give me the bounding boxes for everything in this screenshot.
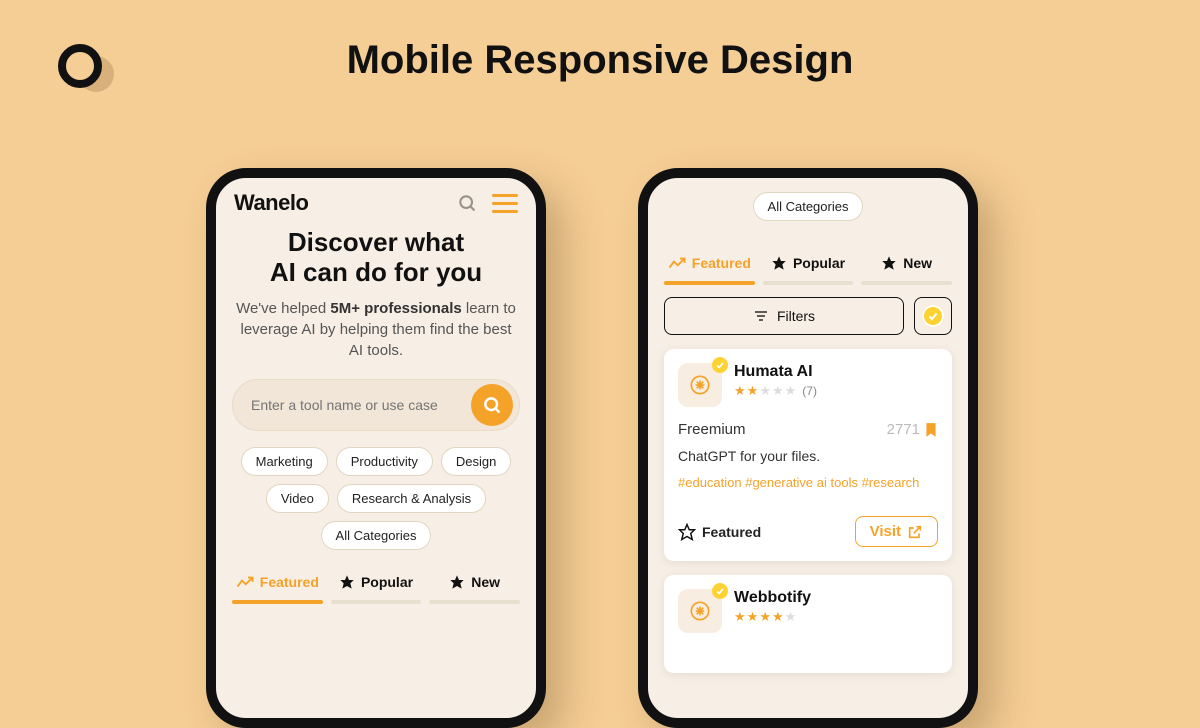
star-rating-icon: ★★★★★ xyxy=(734,383,796,399)
trend-up-icon xyxy=(668,256,686,270)
menu-icon[interactable] xyxy=(492,194,518,213)
star-icon xyxy=(881,255,897,271)
verified-badge-icon xyxy=(712,583,728,599)
verified-badge-icon xyxy=(922,305,944,327)
tool-description: ChatGPT for your files. xyxy=(678,448,938,464)
verified-filter-button[interactable] xyxy=(914,297,952,335)
hero-subtext: We've helped 5M+ professionals learn to … xyxy=(232,298,520,361)
page-title: Mobile Responsive Design xyxy=(0,38,1200,83)
chip-all-categories[interactable]: All Categories xyxy=(753,192,864,221)
tab-popular[interactable]: Popular xyxy=(331,568,422,596)
tool-avatar xyxy=(678,589,722,633)
tool-card[interactable]: Humata AI ★★★★★ (7) Freemium 2771 ChatGP… xyxy=(664,349,952,561)
chip-research[interactable]: Research & Analysis xyxy=(337,484,486,513)
hero-line-2: AI can do for you xyxy=(270,257,482,287)
tab-featured[interactable]: Featured xyxy=(664,249,755,277)
hero-line-1: Discover what xyxy=(288,227,464,257)
star-icon xyxy=(449,574,465,590)
star-icon xyxy=(771,255,787,271)
brain-chip-icon xyxy=(687,372,713,398)
hero-heading: Discover what AI can do for you xyxy=(232,228,520,288)
chip-productivity[interactable]: Productivity xyxy=(336,447,433,476)
search-input[interactable] xyxy=(251,397,471,413)
external-link-icon xyxy=(907,524,923,540)
star-rating-icon: ★★★★★ xyxy=(734,609,796,625)
category-chips: Marketing Productivity Design Video Rese… xyxy=(232,447,520,550)
featured-badge: Featured xyxy=(678,523,761,541)
tool-card[interactable]: Webbotify ★★★★★ xyxy=(664,575,952,673)
pricing-label: Freemium xyxy=(678,421,746,438)
chip-marketing[interactable]: Marketing xyxy=(241,447,328,476)
rating: ★★★★★ xyxy=(734,609,811,625)
brand-name: Wanelo xyxy=(234,190,442,216)
sort-tabs: Featured Popular New xyxy=(664,249,952,277)
tab-featured[interactable]: Featured xyxy=(232,568,323,596)
tool-tags[interactable]: #education #generative ai tools #researc… xyxy=(678,474,938,492)
visit-button[interactable]: Visit xyxy=(855,516,938,547)
tool-title: Webbotify xyxy=(734,589,811,607)
star-outline-icon xyxy=(678,523,696,541)
tool-avatar xyxy=(678,363,722,407)
phone-right: All Categories Featured Popular New Filt… xyxy=(638,168,978,728)
filters-button[interactable]: Filters xyxy=(664,297,904,335)
search-field[interactable] xyxy=(232,379,520,431)
brain-chip-icon xyxy=(687,598,713,624)
rating: ★★★★★ (7) xyxy=(734,383,817,399)
chip-video[interactable]: Video xyxy=(266,484,329,513)
verified-badge-icon xyxy=(712,357,728,373)
phone-left: Wanelo Discover what AI can do for you W… xyxy=(206,168,546,728)
bookmark-icon xyxy=(924,422,938,438)
tab-new[interactable]: New xyxy=(429,568,520,596)
chip-design[interactable]: Design xyxy=(441,447,511,476)
trend-up-icon xyxy=(236,575,254,589)
filter-icon xyxy=(753,309,769,323)
search-submit-button[interactable] xyxy=(471,384,513,426)
rating-count: (7) xyxy=(802,384,817,398)
search-icon[interactable] xyxy=(454,190,480,216)
tool-title: Humata AI xyxy=(734,363,817,381)
tab-popular[interactable]: Popular xyxy=(763,249,854,277)
star-icon xyxy=(339,574,355,590)
tab-new[interactable]: New xyxy=(861,249,952,277)
save-count: 2771 xyxy=(887,421,938,438)
sort-tabs: Featured Popular New xyxy=(232,568,520,596)
chip-all-categories[interactable]: All Categories xyxy=(321,521,432,550)
